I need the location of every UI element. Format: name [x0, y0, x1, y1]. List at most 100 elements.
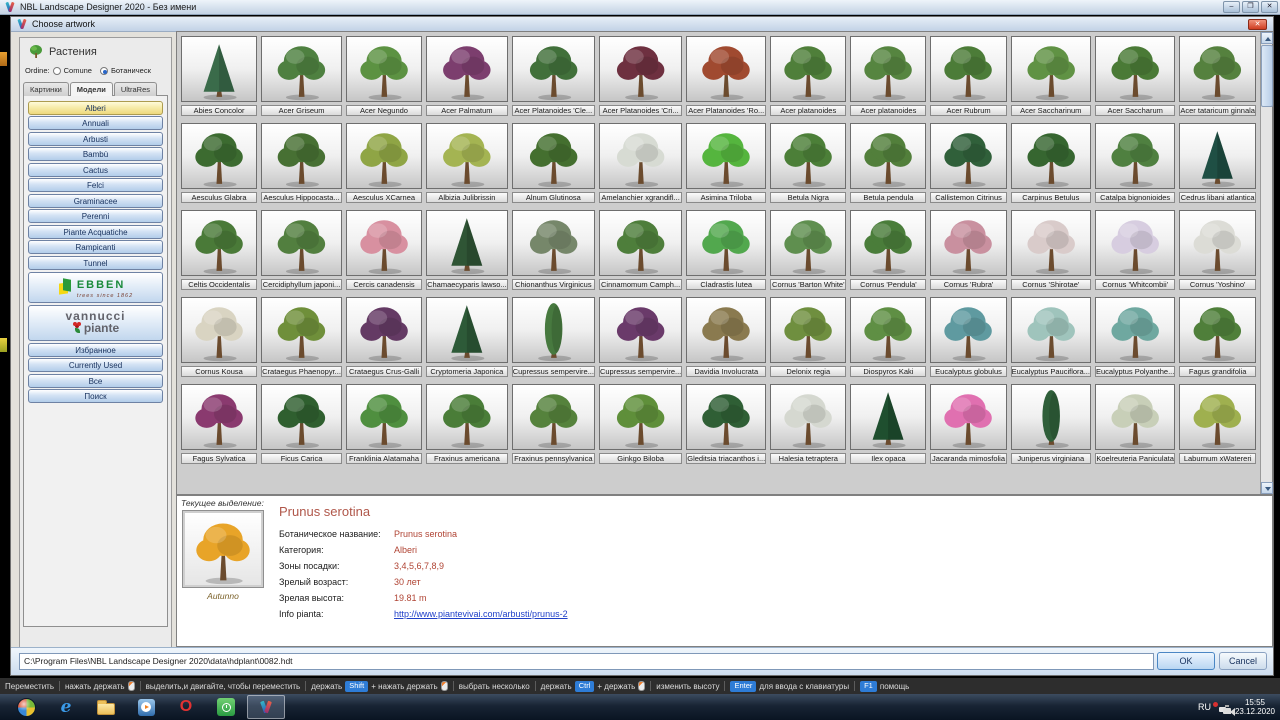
plant-item-carpinus-betulus[interactable]: Carpinus Betulus	[1011, 123, 1091, 203]
plant-item-ficus-carica[interactable]: Ficus Carica	[261, 384, 342, 464]
plant-item-cornus-yoshino[interactable]: Cornus 'Yoshino'	[1179, 210, 1256, 290]
plant-item-acer-platanoides-cle[interactable]: Acer Platanoides 'Cle...	[512, 36, 595, 116]
plant-item-fagus-sylvatica[interactable]: Fagus Sylvatica	[181, 384, 257, 464]
scrollbar-track[interactable]	[1260, 32, 1272, 494]
plant-item-fraxinus-pennsylvanica[interactable]: Fraxinus pennsylvanica	[512, 384, 595, 464]
plant-item-cladrastis-lutea[interactable]: Cladrastis lutea	[686, 210, 766, 290]
start-icon[interactable]	[7, 695, 45, 719]
plant-item-ilex-opaca[interactable]: Ilex opaca	[850, 384, 926, 464]
tab-ultrares[interactable]: UltraRes	[114, 82, 157, 96]
plant-item-acer-platanoides-cri[interactable]: Acer Platanoides 'Cri...	[599, 36, 682, 116]
plant-item-aesculus-hippocasta[interactable]: Aesculus Hippocasta...	[261, 123, 342, 203]
plant-item-cornus-whitcombii[interactable]: Cornus 'Whitcombii'	[1095, 210, 1175, 290]
close-button[interactable]: ✕	[1261, 1, 1278, 13]
plant-item-alnum-glutinosa[interactable]: Alnum Glutinosa	[512, 123, 595, 203]
language-indicator[interactable]: RU	[1198, 702, 1211, 712]
plant-item-diospyros-kaki[interactable]: Diospyros Kaki	[850, 297, 926, 377]
plant-item-fagus-grandifolia[interactable]: Fagus grandifolia	[1179, 297, 1256, 377]
category-felci[interactable]: Felci	[28, 178, 163, 192]
plant-item-ginkgo-biloba[interactable]: Ginkgo Biloba	[599, 384, 682, 464]
plant-item-fraxinus-americana[interactable]: Fraxinus americana	[426, 384, 508, 464]
category-bamb[interactable]: Bambù	[28, 147, 163, 161]
plant-item-franklinia-alatamaha[interactable]: Franklinia Alatamaha	[346, 384, 422, 464]
plant-item-cercidiphyllum-japoni[interactable]: Cercidiphyllum japoni...	[261, 210, 342, 290]
radio-botanical[interactable]	[100, 67, 108, 75]
scroll-thumb[interactable]	[1261, 45, 1273, 107]
file-path-field[interactable]: C:\Program Files\NBL Landscape Designer …	[19, 653, 1154, 670]
plant-item-catalpa-bignonioides[interactable]: Catalpa bignonioides	[1095, 123, 1175, 203]
plant-item-betula-nigra[interactable]: Betula Nigra	[770, 123, 846, 203]
radio-comune[interactable]	[53, 67, 61, 75]
plant-item-davidia-involucrata[interactable]: Davidia Involucrata	[686, 297, 766, 377]
plant-item-cupressus-sempervire[interactable]: Cupressus sempervire...	[512, 297, 595, 377]
ok-button[interactable]: OK	[1157, 652, 1215, 670]
plant-item-acer-saccharum[interactable]: Acer Saccharum	[1095, 36, 1175, 116]
recorder-icon[interactable]	[207, 695, 245, 719]
plant-item-cupressus-sempervire[interactable]: Cupressus sempervire...	[599, 297, 682, 377]
plant-item-delonix-regia[interactable]: Delonix regia	[770, 297, 846, 377]
plant-item-cedrus-libani-atlantica[interactable]: Cedrus libani atlantica	[1179, 123, 1256, 203]
plant-item-celtis-occidentalis[interactable]: Celtis Occidentalis	[181, 210, 257, 290]
plant-item-cornus-kousa[interactable]: Cornus Kousa	[181, 297, 257, 377]
scroll-down-button[interactable]	[1261, 482, 1273, 494]
category-piante-acquatiche[interactable]: Piante Acquatiche	[28, 225, 163, 239]
plant-item-eucalyptus-pauciflora[interactable]: Eucalyptus Pauciflora...	[1011, 297, 1091, 377]
sidebar-button-поиск[interactable]: Поиск	[28, 389, 163, 403]
plant-item-chamaecyparis-lawso[interactable]: Chamaecyparis lawso...	[426, 210, 508, 290]
plant-item-eucalyptus-polyanthe[interactable]: Eucalyptus Polyanthe...	[1095, 297, 1175, 377]
plant-item-cryptomeria-japonica[interactable]: Cryptomeria Japonica	[426, 297, 508, 377]
plant-item-betula-pendula[interactable]: Betula pendula	[850, 123, 926, 203]
taskbar-clock[interactable]: 15:55 23.12.2020	[1235, 698, 1275, 716]
plant-item-jacaranda-mimosfolia[interactable]: Jacaranda mimosfolia	[930, 384, 1006, 464]
plant-item-aesculus-xcarnea[interactable]: Aesculus XCarnea	[346, 123, 422, 203]
plant-item-cinnamomum-camph[interactable]: Cinnamomum Camph...	[599, 210, 682, 290]
category-cactus[interactable]: Cactus	[28, 163, 163, 177]
plant-item-acer-platanoides-ro[interactable]: Acer Platanoides 'Ro...	[686, 36, 766, 116]
vannucci-button[interactable]: vannucci piante	[28, 305, 163, 341]
sidebar-button-все[interactable]: Все	[28, 374, 163, 388]
plant-item-juniperus-virginiana[interactable]: Juniperus virginiana	[1011, 384, 1091, 464]
category-perenni[interactable]: Perenni	[28, 209, 163, 223]
plant-info-link[interactable]: http://www.piantevivai.com/arbusti/prunu…	[394, 606, 568, 622]
plant-item-aesculus-glabra[interactable]: Aesculus Glabra	[181, 123, 257, 203]
plant-item-chionanthus-virginicus[interactable]: Chionanthus Virginicus	[512, 210, 595, 290]
plant-item-abies-concolor[interactable]: Abies Concolor	[181, 36, 257, 116]
cancel-button[interactable]: Cancel	[1219, 652, 1267, 670]
category-graminacee[interactable]: Graminacee	[28, 194, 163, 208]
category-rampicanti[interactable]: Rampicanti	[28, 240, 163, 254]
plant-item-amelanchier-xgrandifl[interactable]: Amelanchier xgrandifl...	[599, 123, 682, 203]
plant-item-crataegus-crus-galli[interactable]: Crataegus Crus-Galli	[346, 297, 422, 377]
category-annuali[interactable]: Annuali	[28, 116, 163, 130]
plant-item-cornus-shirotae[interactable]: Cornus 'Shirotae'	[1011, 210, 1091, 290]
plant-item-acer-saccharinum[interactable]: Acer Saccharinum	[1011, 36, 1091, 116]
scroll-up-button[interactable]	[1261, 32, 1273, 44]
tab-pictures[interactable]: Картинки	[23, 82, 69, 96]
explorer-icon[interactable]	[87, 695, 125, 719]
category-tunnel[interactable]: Tunnel	[28, 256, 163, 270]
plant-item-albizia-julibrissin[interactable]: Albizia Julibrissin	[426, 123, 508, 203]
plant-item-laburnum-xwatereri[interactable]: Laburnum xWatereri	[1179, 384, 1256, 464]
tab-models[interactable]: Модели	[70, 82, 113, 96]
ebben-button[interactable]: EBBEN trees since 1862	[28, 272, 163, 303]
opera-icon[interactable]: O	[167, 695, 205, 719]
sidebar-button-currently-used[interactable]: Currently Used	[28, 358, 163, 372]
dialog-close-button[interactable]: ✕	[1248, 19, 1267, 30]
plant-item-acer-platanoides[interactable]: Acer platanoides	[770, 36, 846, 116]
plant-item-cornus-rubra[interactable]: Cornus 'Rubra'	[930, 210, 1006, 290]
plant-item-cercis-canadensis[interactable]: Cercis canadensis	[346, 210, 422, 290]
plant-item-acer-tataricum-ginnala[interactable]: Acer tataricum ginnala	[1179, 36, 1256, 116]
plant-item-crataegus-phaenopyr[interactable]: Crataegus Phaenopyr...	[261, 297, 342, 377]
plant-item-halesia-tetraptera[interactable]: Halesia tetraptera	[770, 384, 846, 464]
sidebar-button-избранное[interactable]: Избранное	[28, 343, 163, 357]
plant-item-cornus-barton-white[interactable]: Cornus 'Barton White'	[770, 210, 846, 290]
nbl-icon[interactable]	[247, 695, 285, 719]
plant-item-cornus-pendula[interactable]: Cornus 'Pendula'	[850, 210, 926, 290]
category-alberi[interactable]: Alberi	[28, 101, 163, 115]
category-arbusti[interactable]: Arbusti	[28, 132, 163, 146]
media-player-icon[interactable]	[127, 695, 165, 719]
internet-explorer-icon[interactable]: e	[47, 695, 85, 719]
plant-item-acer-palmatum[interactable]: Acer Palmatum	[426, 36, 508, 116]
minimize-button[interactable]: –	[1223, 1, 1240, 13]
plant-item-acer-negundo[interactable]: Acer Negundo	[346, 36, 422, 116]
plant-item-gleditsia-triacanthos-i[interactable]: Gleditsia triacanthos i...	[686, 384, 766, 464]
